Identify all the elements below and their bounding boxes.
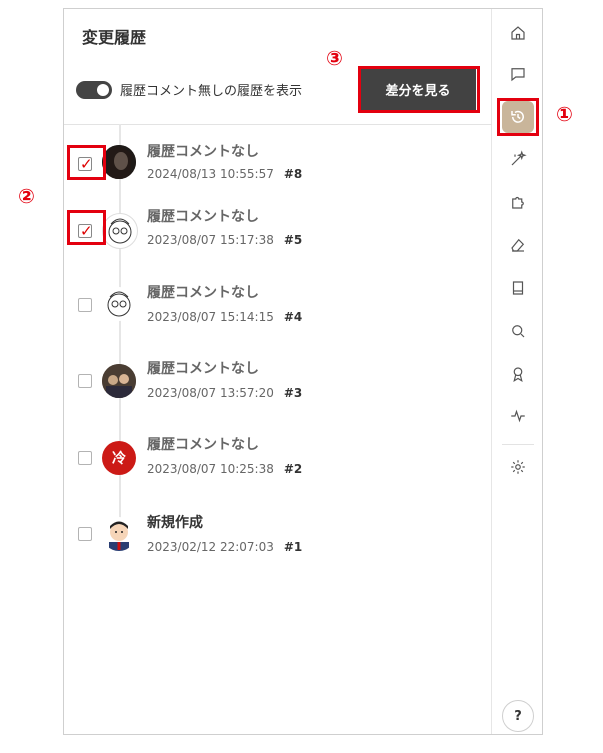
home-icon[interactable] bbox=[506, 21, 530, 45]
history-title: 履歴コメントなし bbox=[147, 361, 259, 377]
history-date-text: 2023/08/07 15:14:15 bbox=[147, 310, 274, 324]
panel-title: 変更履歴 bbox=[82, 28, 147, 47]
avatar-sketch-face bbox=[102, 287, 136, 321]
avatar-image bbox=[108, 218, 132, 244]
history-rev: #5 bbox=[283, 233, 303, 247]
toggle-label: 履歴コメント無しの履歴を表示 bbox=[120, 84, 303, 99]
history-date-text: 2023/02/12 22:07:03 bbox=[147, 540, 274, 554]
avatar-image bbox=[109, 521, 129, 551]
history-date: 2023/08/07 10:25:38 #2 bbox=[147, 462, 302, 476]
avatar-photo-group bbox=[102, 364, 136, 398]
comment-icon[interactable] bbox=[506, 62, 530, 86]
callout-number-3: ③ bbox=[326, 46, 343, 70]
history-title: 履歴コメントなし bbox=[147, 285, 259, 301]
callout-box-diff-button bbox=[358, 66, 480, 113]
show-no-comment-toggle[interactable] bbox=[76, 80, 112, 99]
history-title: 履歴コメントなし bbox=[147, 209, 259, 225]
avatar-cartoon-man bbox=[102, 517, 136, 551]
callout-number-2: ② bbox=[18, 184, 35, 208]
help-button[interactable]: ? bbox=[502, 700, 534, 732]
puzzle-icon[interactable] bbox=[506, 190, 530, 214]
history-rev: #1 bbox=[283, 540, 303, 554]
sidebar-separator bbox=[502, 444, 534, 445]
avatar-red-circle: 冷 bbox=[102, 441, 136, 475]
avatar-image bbox=[102, 364, 136, 398]
callout-box-checkbox-2 bbox=[67, 210, 106, 245]
history-row[interactable]: 履歴コメントなし 2023/08/07 15:14:15 #4 bbox=[0, 282, 490, 352]
history-date-text: 2023/08/07 15:17:38 bbox=[147, 233, 274, 247]
book-icon[interactable] bbox=[506, 276, 530, 300]
history-date: 2023/08/07 15:14:15 #4 bbox=[147, 310, 302, 324]
callout-box-checkbox-1 bbox=[67, 145, 106, 180]
callout-number-1: ① bbox=[556, 102, 573, 126]
history-date: 2023/08/07 15:17:38 #5 bbox=[147, 233, 302, 247]
history-checkbox[interactable] bbox=[78, 451, 92, 465]
history-title: 履歴コメントなし bbox=[147, 437, 259, 453]
history-checkbox[interactable] bbox=[78, 298, 92, 312]
avatar-text: 冷 bbox=[112, 451, 126, 467]
avatar-image bbox=[107, 291, 131, 317]
history-row[interactable]: 履歴コメントなし 2023/08/07 13:57:20 #3 bbox=[0, 358, 490, 428]
history-row[interactable]: 新規作成 2023/02/12 22:07:03 #1 bbox=[0, 510, 490, 580]
history-rev: #8 bbox=[283, 167, 303, 181]
history-date-text: 2023/08/07 13:57:20 bbox=[147, 386, 274, 400]
history-checkbox[interactable] bbox=[78, 374, 92, 388]
history-row[interactable]: 冷 履歴コメントなし 2023/08/07 10:25:38 #2 bbox=[0, 434, 490, 504]
history-rev: #2 bbox=[283, 462, 303, 476]
history-title: 新規作成 bbox=[147, 515, 203, 531]
show-no-comment-toggle-row[interactable]: 履歴コメント無しの履歴を表示 bbox=[76, 80, 302, 99]
history-date-text: 2024/08/13 10:55:57 bbox=[147, 167, 274, 181]
history-date-text: 2023/08/07 10:25:38 bbox=[147, 462, 274, 476]
history-checkbox[interactable] bbox=[78, 527, 92, 541]
award-icon[interactable] bbox=[506, 362, 530, 386]
history-date: 2023/08/07 13:57:20 #3 bbox=[147, 386, 302, 400]
magic-icon[interactable] bbox=[506, 147, 530, 171]
search-icon[interactable] bbox=[506, 319, 530, 343]
history-rev: #3 bbox=[283, 386, 303, 400]
history-date: 2023/02/12 22:07:03 #1 bbox=[147, 540, 302, 554]
settings-icon[interactable] bbox=[506, 455, 530, 479]
history-title: 履歴コメントなし bbox=[147, 144, 259, 160]
activity-icon[interactable] bbox=[506, 404, 530, 428]
sidebar-divider bbox=[491, 9, 492, 734]
eraser-icon[interactable] bbox=[506, 233, 530, 257]
avatar-photo-woman bbox=[102, 145, 136, 179]
header-divider bbox=[64, 124, 492, 125]
history-date: 2024/08/13 10:55:57 #8 bbox=[147, 167, 302, 181]
avatar-sketch-face bbox=[102, 213, 138, 249]
history-rev: #4 bbox=[283, 310, 303, 324]
avatar-image bbox=[102, 145, 136, 179]
callout-box-history-icon bbox=[497, 98, 539, 136]
